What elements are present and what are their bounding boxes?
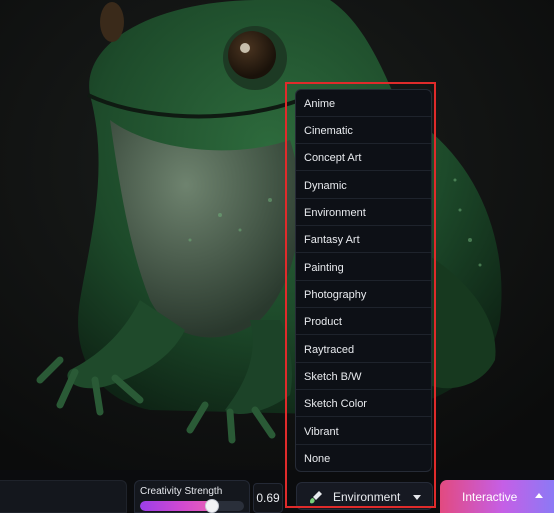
creativity-strength-slider[interactable]: [140, 501, 244, 511]
interactive-button-label: Interactive: [462, 490, 518, 504]
chevron-up-icon: [535, 493, 543, 498]
creativity-strength-control: Creativity Strength: [134, 480, 250, 513]
annotation-highlight-box: [285, 82, 436, 508]
creativity-strength-label: Creativity Strength: [140, 486, 223, 497]
creativity-strength-value-field[interactable]: 0.69: [253, 483, 283, 513]
prompt-panel[interactable]: [0, 480, 127, 513]
generated-image-frog: [0, 0, 554, 470]
creativity-strength-slider-fill: [140, 501, 212, 511]
creativity-strength-slider-thumb[interactable]: [205, 499, 219, 513]
interactive-button[interactable]: Interactive: [440, 480, 554, 513]
creativity-strength-value: 0.69: [256, 491, 280, 505]
